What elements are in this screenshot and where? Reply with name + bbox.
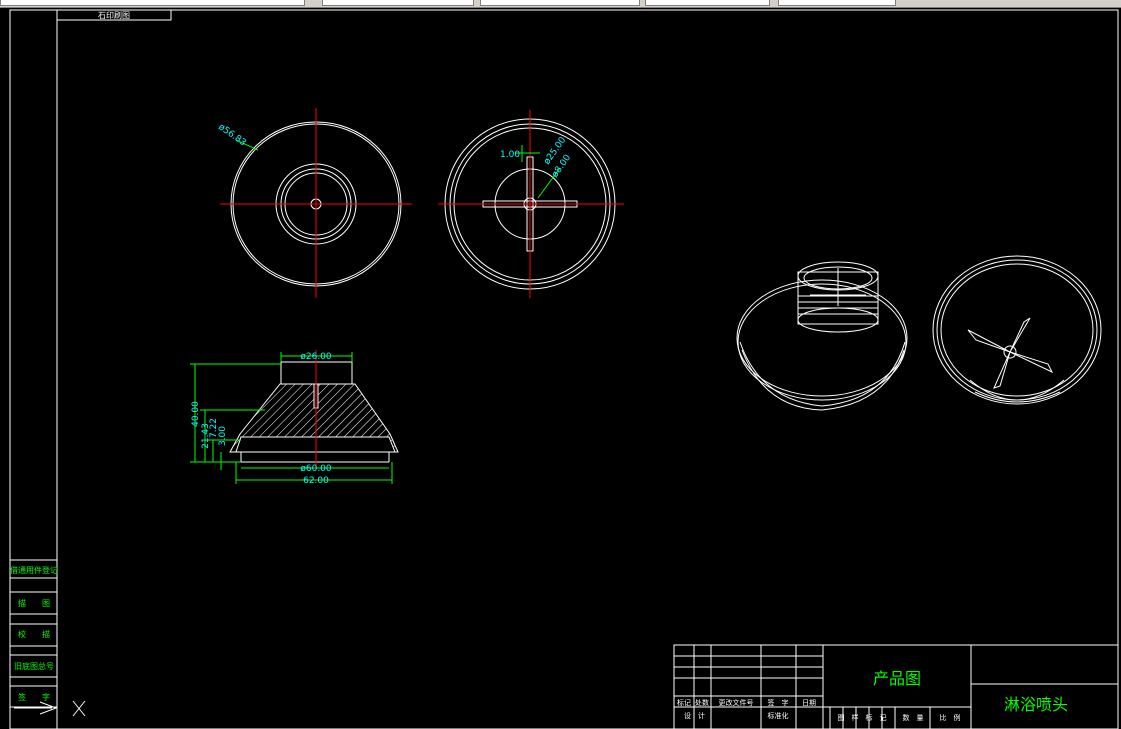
rev-header-mark: 标记	[677, 698, 691, 707]
strip-label-1: 借通用件登记	[10, 565, 58, 575]
section-base-height-label: 3.00	[218, 426, 228, 446]
strip-label-2: 描 图	[18, 598, 50, 608]
section-total-height-label: 40.00	[191, 401, 201, 427]
section-base-dia-label: ø60.00	[300, 464, 332, 474]
product-name-title: 淋浴喷头	[1004, 695, 1068, 714]
section-total-width-label: 62.00	[303, 476, 329, 486]
rev-header-count: 处数	[695, 698, 709, 707]
strip-label-3: 校 描	[18, 629, 50, 639]
isometric-view-bottom	[932, 255, 1102, 405]
isometric-view-top	[736, 261, 908, 411]
row-label-design: 设 计	[684, 711, 705, 720]
bottom-view: 1.00 ø25.00 ø8.00	[438, 110, 624, 298]
rev-header-sign: 签 字	[768, 698, 789, 707]
bottom-header-scale: 比 例	[940, 713, 961, 722]
bottom-gap-label: 1.00	[500, 150, 520, 160]
section-view: ø26.00 40.00 21.43 7.22 3.00 ø60.00 62.0…	[190, 350, 399, 486]
front-dia-label: ø56.83	[216, 122, 247, 148]
drawing-canvas[interactable]: 石印刷图 借通用件登记 描 图 校 描 旧底图总号 签 字 ø56.83 1.0…	[0, 0, 1121, 729]
rev-header-date: 日期	[802, 699, 816, 707]
section-top-dia-label: ø26.00	[300, 352, 332, 362]
drawing-type-title: 产品图	[873, 669, 921, 688]
bottom-header-mark: 图 样 标 记	[838, 713, 887, 722]
ucs-icon	[14, 700, 86, 717]
left-strip: 借通用件登记 描 图 校 描 旧底图总号 签 字	[10, 559, 58, 708]
sheet-tab-label: 石印刷图	[98, 11, 130, 20]
front-view: ø56.83	[216, 108, 412, 298]
strip-label-5: 签 字	[18, 692, 50, 702]
row-label-standard: 标准化	[768, 711, 789, 720]
sheet-border	[9, 9, 1119, 729]
bottom-header-qty: 数 量	[903, 713, 924, 722]
title-block: 产品图 淋浴喷头 标记 处数 更改文件号 签 字 日期 设 计 标准化 图 样 …	[673, 644, 1119, 729]
rev-header-file: 更改文件号	[719, 698, 754, 707]
strip-label-4: 旧底图总号	[14, 661, 54, 671]
